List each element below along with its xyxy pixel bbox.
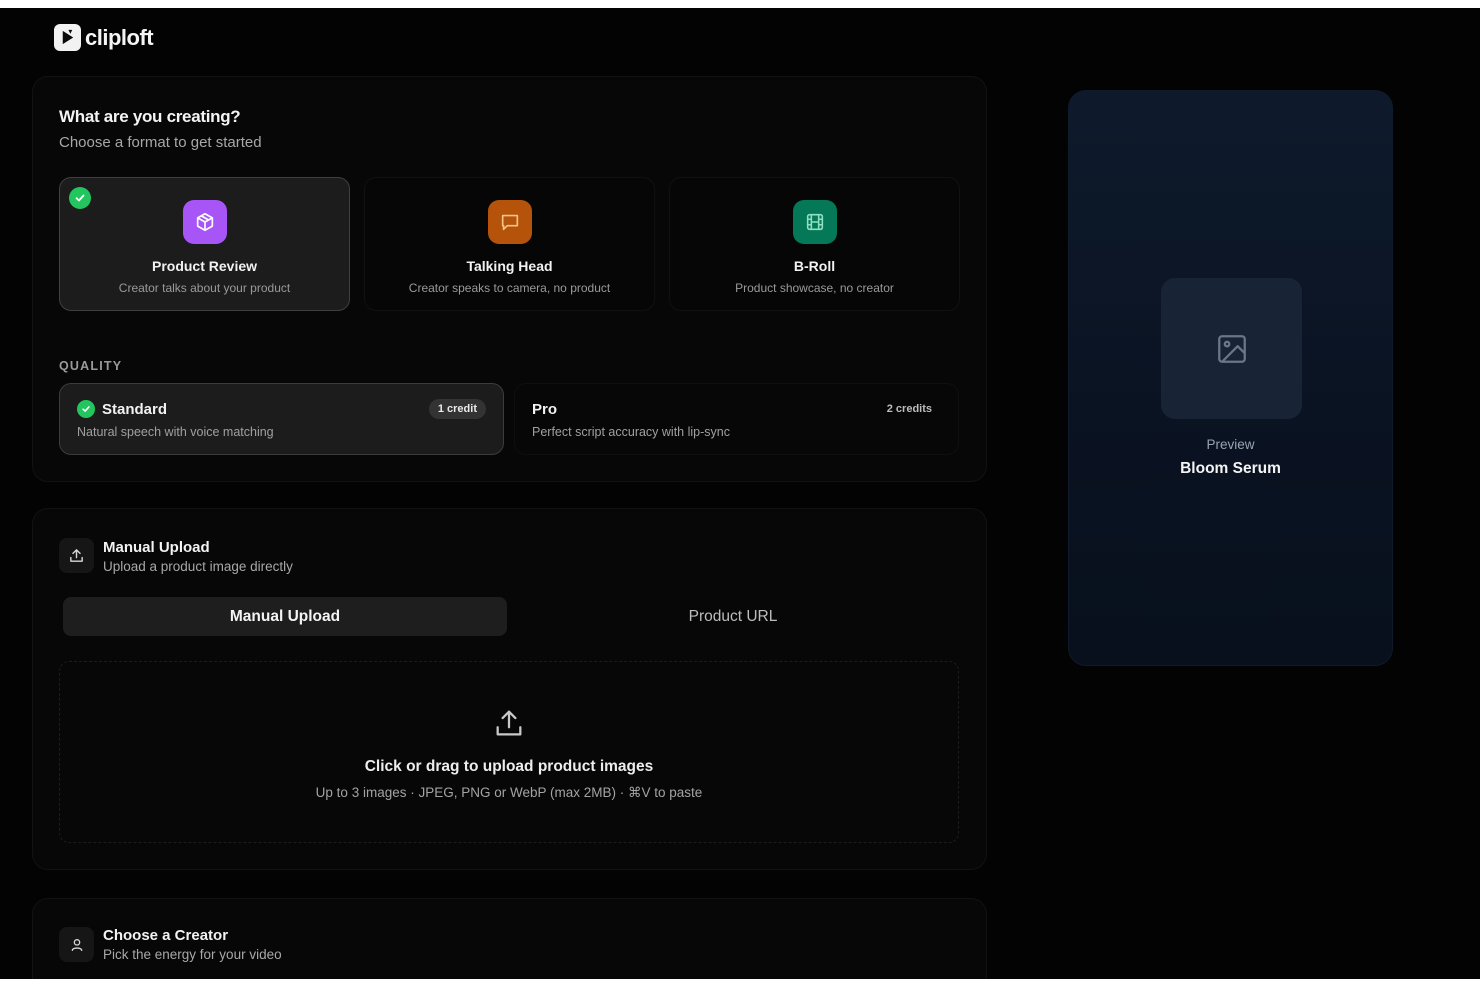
preview-product-name: Bloom Serum — [1180, 460, 1281, 477]
dropzone-title: Click or drag to upload product images — [364, 758, 654, 775]
format-desc: Product showcase, no creator — [735, 281, 894, 295]
quality-option-pro[interactable]: Pro Perfect script accuracy with lip-syn… — [514, 383, 959, 455]
box-icon — [182, 200, 227, 244]
check-icon — [69, 187, 91, 209]
play-logo-icon — [54, 24, 81, 51]
quality-desc: Natural speech with voice matching — [77, 425, 274, 439]
quality-name: Pro — [532, 401, 558, 418]
preview-label: Preview — [1206, 437, 1255, 452]
format-title: What are you creating? — [59, 107, 241, 126]
upload-icon — [492, 706, 526, 740]
format-option-talking-head[interactable]: Talking Head Creator speaks to camera, n… — [364, 177, 655, 311]
format-desc: Creator speaks to camera, no product — [408, 281, 611, 295]
upload-section-title: Manual Upload — [103, 539, 210, 556]
user-icon — [59, 927, 94, 962]
upload-card: Manual Upload Upload a product image dir… — [32, 508, 987, 870]
format-option-product-review[interactable]: Product Review Creator talks about your … — [59, 177, 350, 311]
preview-panel: Preview Bloom Serum — [1068, 90, 1393, 666]
credits-badge: 2 credits — [886, 403, 932, 415]
format-name: Product Review — [151, 258, 258, 274]
format-name: B-Roll — [793, 258, 836, 274]
source-tabs: Manual Upload Product URL — [59, 595, 959, 639]
format-option-b-roll[interactable]: B-Roll Product showcase, no creator — [669, 177, 960, 311]
brand-logo[interactable]: cliploft — [54, 24, 154, 51]
creator-section-title: Choose a Creator — [103, 927, 229, 944]
image-placeholder-icon — [1161, 278, 1302, 419]
message-square-icon — [487, 200, 532, 244]
credits-badge: 1 credit — [428, 399, 486, 419]
quality-name: Standard — [102, 401, 168, 418]
dropzone-hint: Up to 3 images · JPEG, PNG or WebP (max … — [315, 785, 703, 800]
tab-manual-upload[interactable]: Manual Upload — [63, 597, 507, 636]
image-dropzone[interactable]: Click or drag to upload product images U… — [59, 661, 959, 843]
format-desc: Creator talks about your product — [118, 281, 291, 295]
upload-icon — [59, 538, 94, 573]
format-subtitle: Choose a format to get started — [59, 134, 262, 151]
creator-card: Choose a Creator Pick the energy for you… — [32, 898, 987, 979]
quality-desc: Perfect script accuracy with lip-sync — [532, 425, 730, 439]
format-card: What are you creating? Choose a format t… — [32, 76, 987, 482]
brand-name: cliploft — [85, 24, 154, 50]
tab-product-url[interactable]: Product URL — [511, 597, 955, 636]
app-screen: cliploft What are you creating? Choose a… — [0, 8, 1480, 979]
quality-option-standard[interactable]: Standard Natural speech with voice match… — [59, 383, 504, 455]
format-name: Talking Head — [466, 258, 553, 274]
upload-section-subtitle: Upload a product image directly — [103, 559, 293, 574]
creator-section-subtitle: Pick the energy for your video — [103, 947, 282, 962]
check-icon — [77, 400, 95, 418]
quality-label: QUALITY — [59, 359, 123, 373]
film-icon — [792, 200, 837, 244]
